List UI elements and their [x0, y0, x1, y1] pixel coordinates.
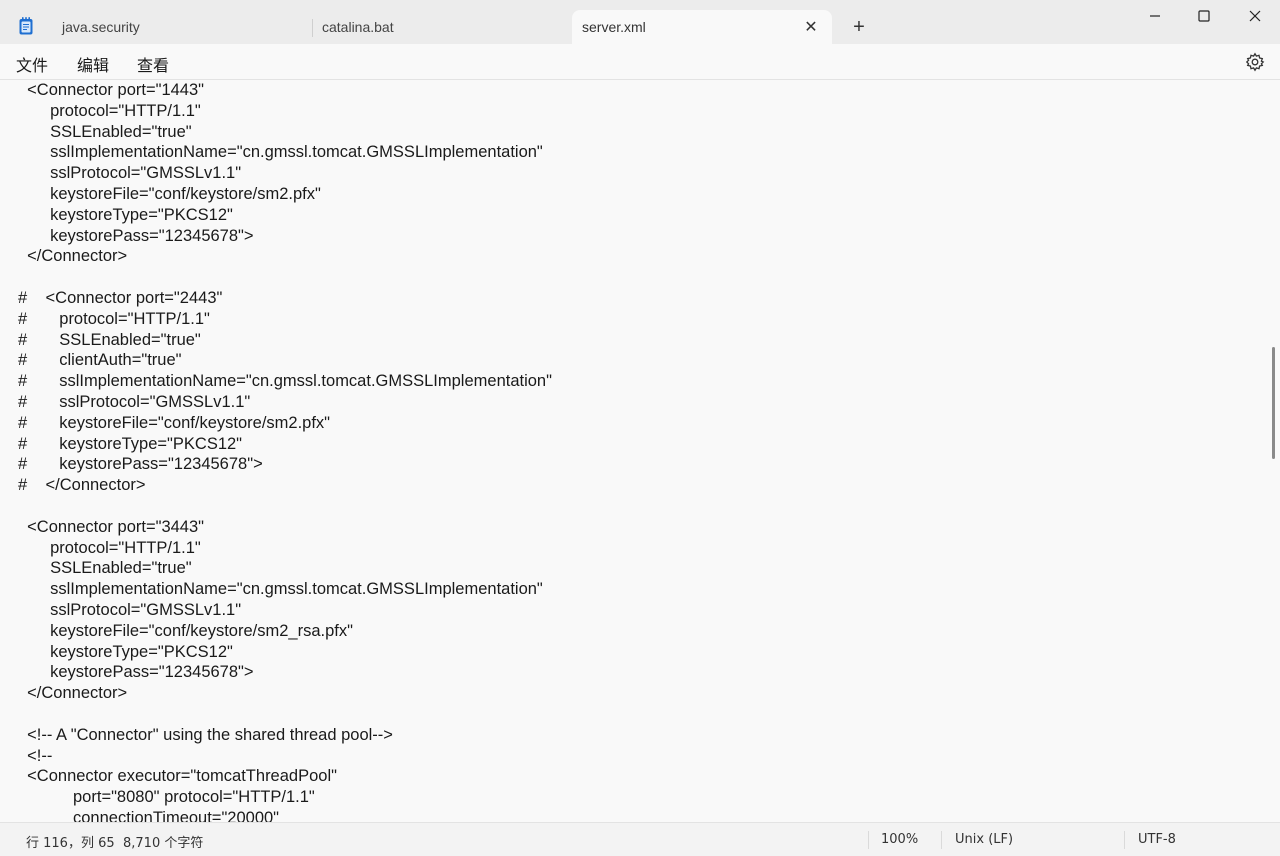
- code-line: # SSLEnabled="true": [18, 330, 201, 349]
- code-line: <Connector port="3443": [18, 517, 205, 536]
- tab-label: java.security: [62, 19, 140, 35]
- code-line: connectionTimeout="20000": [18, 808, 280, 822]
- close-window-button[interactable]: [1230, 0, 1280, 32]
- code-line: sslProtocol="GMSSLv1.1": [18, 164, 242, 183]
- character-count: 8,710 个字符: [123, 836, 204, 851]
- code-line: # protocol="HTTP/1.1": [18, 309, 210, 328]
- code-line: # keystoreType="PKCS12": [18, 434, 243, 453]
- menu-edit[interactable]: 编辑: [77, 52, 109, 76]
- line-ending[interactable]: Unix (LF): [955, 832, 1013, 847]
- code-line: # keystoreFile="conf/keystore/sm2.pfx": [18, 413, 331, 432]
- tab-label: catalina.bat: [322, 19, 394, 35]
- tab-close-icon[interactable]: ✕: [802, 18, 820, 36]
- scroll-thumb[interactable]: [1272, 347, 1275, 459]
- gear-icon[interactable]: [1245, 52, 1265, 72]
- maximize-icon: [1198, 10, 1210, 22]
- tab-java-security[interactable]: java.security: [62, 10, 307, 44]
- menu-file[interactable]: 文件: [16, 52, 48, 76]
- vertical-scrollbar[interactable]: [1268, 80, 1280, 822]
- close-icon: [1249, 10, 1261, 22]
- code-line: # <Connector port="2443": [18, 288, 223, 307]
- title-bar: java.security catalina.bat server.xml ✕ …: [0, 0, 1280, 44]
- code-line: # </Connector>: [18, 476, 146, 495]
- tab-divider: [312, 19, 313, 37]
- status-divider: [868, 831, 869, 849]
- code-line: SSLEnabled="true": [18, 559, 192, 578]
- status-bar: 行 116，列 65 8,710 个字符 100% Unix (LF) UTF-…: [0, 822, 1280, 856]
- notepad-icon: [19, 17, 33, 35]
- code-line: keystoreType="PKCS12": [18, 642, 233, 661]
- code-line: keystorePass="12345678">: [18, 226, 254, 245]
- code-line: </Connector>: [18, 684, 128, 703]
- cursor-position[interactable]: 行 116，列 65: [26, 832, 115, 851]
- code-line: keystorePass="12345678">: [18, 663, 254, 682]
- code-line: </Connector>: [18, 247, 128, 266]
- tab-catalina-bat[interactable]: catalina.bat: [322, 10, 562, 44]
- code-line: SSLEnabled="true": [18, 122, 192, 141]
- minimize-button[interactable]: [1130, 0, 1180, 32]
- code-line: sslProtocol="GMSSLv1.1": [18, 600, 242, 619]
- tab-server-xml[interactable]: server.xml ✕: [572, 10, 832, 44]
- new-tab-button[interactable]: +: [848, 16, 870, 38]
- code-line: sslImplementationName="cn.gmssl.tomcat.G…: [18, 580, 543, 599]
- minimize-icon: [1150, 15, 1160, 17]
- text-editor[interactable]: <Connector port="1443" protocol="HTTP/1.…: [0, 80, 1268, 822]
- code-line: <Connector executor="tomcatThreadPool": [18, 767, 337, 786]
- menu-view[interactable]: 查看: [137, 52, 169, 76]
- code-line: <!--: [18, 746, 53, 765]
- code-line: protocol="HTTP/1.1": [18, 101, 201, 120]
- maximize-button[interactable]: [1179, 0, 1229, 32]
- zoom-level[interactable]: 100%: [881, 832, 918, 847]
- code-line: # clientAuth="true": [18, 351, 182, 370]
- code-line: # sslProtocol="GMSSLv1.1": [18, 392, 251, 411]
- tab-label: server.xml: [582, 19, 646, 35]
- code-line: protocol="HTTP/1.1": [18, 538, 201, 557]
- code-line: keystoreFile="conf/keystore/sm2_rsa.pfx": [18, 621, 353, 640]
- code-line: <!-- A "Connector" using the shared thre…: [18, 725, 393, 744]
- menu-bar: 文件 编辑 查看: [0, 44, 1280, 80]
- code-content[interactable]: <Connector port="1443" protocol="HTTP/1.…: [18, 80, 552, 822]
- code-line: # keystorePass="12345678">: [18, 455, 263, 474]
- code-line: sslImplementationName="cn.gmssl.tomcat.G…: [18, 143, 543, 162]
- code-line: keystoreFile="conf/keystore/sm2.pfx": [18, 184, 321, 203]
- code-line: keystoreType="PKCS12": [18, 205, 233, 224]
- code-line: <Connector port="1443": [18, 81, 205, 99]
- code-line: # sslImplementationName="cn.gmssl.tomcat…: [18, 372, 552, 391]
- status-divider: [1124, 831, 1125, 849]
- code-line: port="8080" protocol="HTTP/1.1": [18, 788, 315, 807]
- status-divider: [941, 831, 942, 849]
- encoding[interactable]: UTF-8: [1138, 832, 1176, 847]
